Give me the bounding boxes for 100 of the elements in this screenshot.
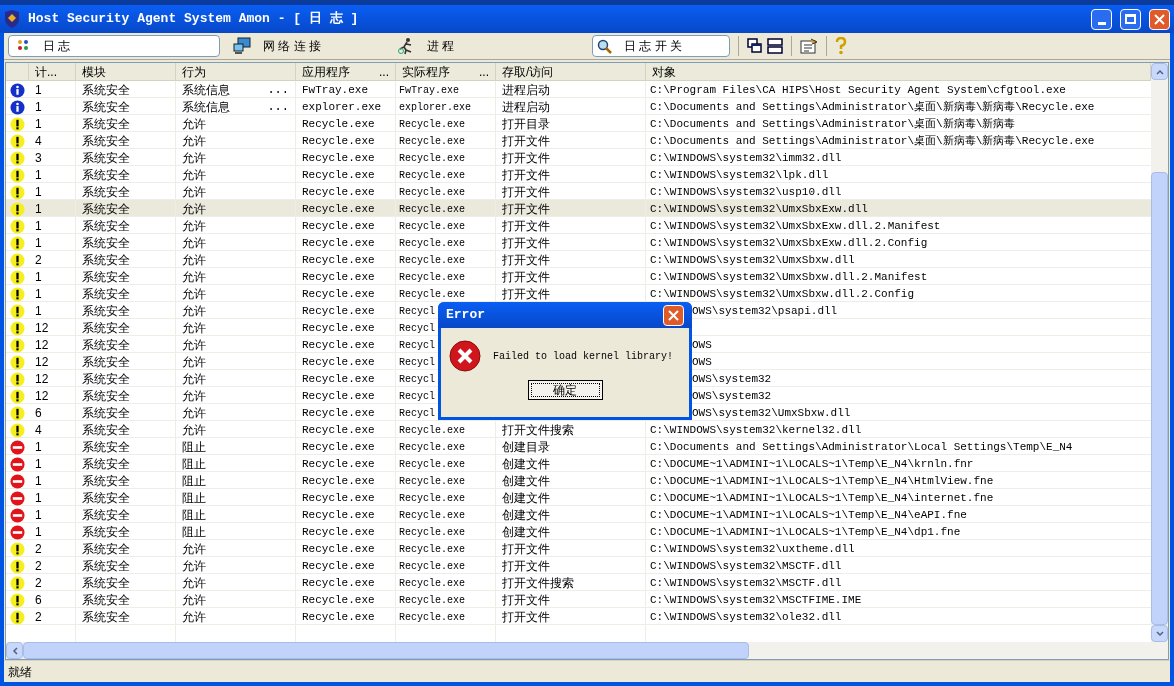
table-row[interactable]: 2 系统安全 允许 Recycle.exe Recycle.exe 打开文件 C:\WINDOWS\system32\ole32.dll — [6, 608, 1151, 625]
table-cell-text: Recycle.exe — [399, 491, 465, 506]
table-cell-text: C:\WINDOWS\system32\UmxSbxw.dll — [650, 252, 855, 268]
table-cell-text: 打开文件 — [502, 218, 550, 235]
table-cell-text: 12 — [35, 337, 49, 354]
table-cell-text: OWS\system32 — [692, 371, 772, 387]
table-row[interactable]: 2 系统安全 允许 Recycle.exe Recycle.exe 打开文件 C:\WINDOWS\system32\UmxSbxw.dll — [6, 251, 1151, 268]
table-cell-text: 打开文件 — [502, 286, 550, 303]
table-cell-text: Recycl — [399, 355, 435, 370]
table-cell-text: 系统安全 — [82, 558, 130, 575]
table-cell-text: 允许 — [182, 252, 206, 269]
table-cell-text: 创建文件 — [502, 473, 550, 490]
table-cell-text: C:\DOCUME~1\ADMINI~1\LOCALS~1\Temp\E_N4\krnln.fnr — [650, 456, 974, 472]
table-row[interactable]: 2 系统安全 允许 Recycle.exe Recycle.exe 打开文件 C:\WINDOWS\system32\MSCTF.dll — [6, 557, 1151, 574]
table-cell-text: 允许 — [182, 558, 206, 575]
table-row[interactable]: 4 系统安全 允许 Recycle.exe Recycle.exe 打开文件搜索 C:\WINDOWS\system32\kernel32.dll — [6, 421, 1151, 438]
table-row[interactable]: 1 系统安全 允许 Recycle.exe Recycle.exe 打开文件 C:\WINDOWS\system32\UmxSbxExw.dll.2.Config — [6, 234, 1151, 251]
table-cell-text: 创建文件 — [502, 490, 550, 507]
table-cell-text: C:\Documents and Settings\Administrator\Local Settings\Temp\E_N4 — [650, 439, 1073, 455]
table-row[interactable]: 1 系统安全 阻止 Recycle.exe Recycle.exe 创建文件 C:\DOCUME~1\ADMINI~1\LOCALS~1\Temp\E_N4\dp1.fne — [6, 523, 1151, 540]
table-cell-text: 打开文件 — [502, 541, 550, 558]
table-cell-text: 允许 — [182, 575, 206, 592]
table-row[interactable]: 1 系统安全 阻止 Recycle.exe Recycle.exe 创建文件 C:\DOCUME~1\ADMINI~1\LOCALS~1\Temp\E_N4\krnln.fnr — [6, 455, 1151, 472]
table-cell-text: Recycle.exe — [399, 219, 465, 234]
table-row[interactable]: 2 系统安全 允许 Recycle.exe Recycle.exe 打开文件 C:\WINDOWS\system32\uxtheme.dll — [6, 540, 1151, 557]
ok-button[interactable]: 确定 — [527, 380, 603, 400]
table-cell-text: Recycle.exe — [302, 150, 375, 166]
table-cell-text: 1 — [35, 269, 42, 286]
table-cell-text: 打开文件 — [502, 167, 550, 184]
table-cell-text: Recycle.exe — [399, 474, 465, 489]
table-cell-text: 打开文件 — [502, 184, 550, 201]
table-cell-text: 2 — [35, 575, 42, 592]
table-row[interactable]: 2 系统安全 允许 Recycle.exe Recycle.exe 打开文件搜索 C:\WINDOWS\system32\MSCTF.dll — [6, 574, 1151, 591]
table-row[interactable]: 1 系统安全 允许 Recycle.exe Recycle.exe 打开文件 C:\WINDOWS\system32\UmxSbxw.dll.2.Config — [6, 285, 1151, 302]
table-cell-text: Recycle.exe — [399, 440, 465, 455]
close-button[interactable] — [663, 304, 684, 326]
table-cell-text: 打开文件 — [502, 609, 550, 626]
table-cell-text: Recycle.exe — [302, 184, 375, 200]
table-row[interactable]: 1 系统安全 允许 Recycle.exe Recycle.exe 打开文件 C:\WINDOWS\system32\UmxSbxExw.dll — [6, 200, 1151, 217]
table-row[interactable]: 6 系统安全 允许 Recycle.exe Recycle.exe 打开文件 C:\WINDOWS\system32\MSCTFIME.IME — [6, 591, 1151, 608]
table-cell-text: Recycle.exe — [302, 269, 375, 285]
table-row[interactable]: 1 系统安全 阻止 Recycle.exe Recycle.exe 创建文件 C:\DOCUME~1\ADMINI~1\LOCALS~1\Temp\E_N4\HtmlView.fne — [6, 472, 1151, 489]
table-cell-text: 打开文件 — [502, 558, 550, 575]
tile-windows-icon[interactable] — [767, 38, 783, 54]
table-row[interactable]: 1 系统安全 允许 Recycle.exe Recycle.exe 打开文件 C:\WINDOWS\system32\usp10.dll — [6, 183, 1151, 200]
table-cell-text: C:\WINDOWS\system32\uxtheme.dll — [650, 541, 855, 557]
table-row[interactable]: 4 系统安全 允许 Recycle.exe Recycle.exe 打开文件 C:\Documents and Settings\Administrator\桌面\新病毒\新病毒\Recycle.exe — [6, 132, 1151, 149]
table-row[interactable]: 1 系统安全 阻止 Recycle.exe Recycle.exe 创建文件 C:\DOCUME~1\ADMINI~1\LOCALS~1\Temp\E_N4\eAPI.fne — [6, 506, 1151, 523]
table-cell-text: Recycl — [399, 338, 435, 353]
horizontal-scrollbar[interactable] — [6, 642, 1168, 659]
table-cell-text: 2 — [35, 609, 42, 626]
table-cell-text: 系统安全 — [82, 201, 130, 218]
table-cell-text: Recycle.exe — [399, 253, 465, 268]
table-row[interactable]: 1 系统安全 允许 Recycle.exe Recycle.exe 打开目录 C:\Documents and Settings\Administrator\桌面\新病毒\新病毒 — [6, 115, 1151, 132]
properties-icon[interactable] — [800, 38, 818, 54]
table-cell-text: Recycle.exe — [302, 405, 375, 421]
table-cell-text: 系统安全 — [82, 99, 130, 116]
close-button[interactable] — [1149, 8, 1170, 30]
cascade-windows-icon[interactable] — [747, 38, 763, 54]
table-row[interactable]: 1 系统安全 系统信息 ... FwTray.exe FwTray.exe 进程启动 C:\Program Files\CA HIPS\Host Security Agent System\cfgtool.exe — [6, 81, 1151, 98]
ellipsis-text: ... — [267, 99, 289, 116]
vertical-scrollbar[interactable] — [1151, 63, 1168, 642]
table-cell-text: 系统安全 — [82, 269, 130, 286]
table-cell-text: OWS\system32\UmxSbxw.dll — [692, 405, 851, 421]
table-cell-text: 系统安全 — [82, 82, 130, 99]
table-cell-text: 系统信息 — [182, 99, 230, 116]
table-cell-text: Recycle.exe — [302, 456, 375, 472]
table-cell-text: 创建文件 — [502, 507, 550, 524]
table-cell-text: 系统安全 — [82, 235, 130, 252]
table-cell-text: 系统安全 — [82, 490, 130, 507]
table-row[interactable]: 1 系统安全 允许 Recycle.exe Recycle.exe 打开文件 C:\WINDOWS\system32\lpk.dll — [6, 166, 1151, 183]
table-cell-text: C:\WINDOWS\system32\MSCTF.dll — [650, 575, 842, 591]
minimize-button[interactable] — [1091, 8, 1112, 30]
table-cell-text: Recycle.exe — [302, 286, 375, 302]
table-cell-text: 1 — [35, 184, 42, 201]
table-row[interactable]: 1 系统安全 允许 Recycle.exe Recycle.exe 打开文件 C:\WINDOWS\system32\UmxSbxw.dll.2.Manifest — [6, 268, 1151, 285]
table-cell-text: 允许 — [182, 609, 206, 626]
table-cell-text: C:\Documents and Settings\Administrator\桌面\新病毒\新病毒\Recycle.exe — [650, 99, 1095, 115]
table-row[interactable]: 1 系统安全 阻止 Recycle.exe Recycle.exe 创建目录 C:\Documents and Settings\Administrator\Local Settings\Temp\E_N4 — [6, 438, 1151, 455]
table-row[interactable]: 1 系统安全 系统信息 ... explorer.exe explorer.exe 进程启动 C:\Documents and Settings\Administrator\桌面\新病毒\新病毒\Recycle.exe — [6, 98, 1151, 115]
toolbar-button[interactable]: 日 志 — [8, 35, 220, 57]
table-row[interactable]: 1 系统安全 阻止 Recycle.exe Recycle.exe 创建文件 C:\DOCUME~1\ADMINI~1\LOCALS~1\Temp\E_N4\internet.fne — [6, 489, 1151, 506]
table-cell-text: 阻止 — [182, 524, 206, 541]
table-cell-text: 允许 — [182, 269, 206, 286]
table-cell-text: Recycle.exe — [399, 287, 465, 302]
error-icon — [449, 340, 481, 372]
toolbar-button[interactable]: 网 络 连 接 — [224, 35, 384, 57]
table-cell-text: Recycle.exe — [302, 201, 375, 217]
table-cell-text: Recycle.exe — [302, 473, 375, 489]
table-cell-text: 阻止 — [182, 490, 206, 507]
maximize-button[interactable] — [1120, 8, 1141, 30]
table-row[interactable]: 1 系统安全 允许 Recycle.exe Recycle.exe 打开文件 C:\WINDOWS\system32\UmxSbxExw.dll.2.Manifest — [6, 217, 1151, 234]
table-cell-text: 系统安全 — [82, 337, 130, 354]
search-field[interactable]: 日 志 开 关 — [592, 35, 730, 57]
table-cell-text: 系统安全 — [82, 592, 130, 609]
table-row[interactable]: 3 系统安全 允许 Recycle.exe Recycle.exe 打开文件 C:\WINDOWS\system32\imm32.dll — [6, 149, 1151, 166]
toolbar-button[interactable]: 进 程 — [388, 35, 548, 57]
table-cell-text: 打开文件 — [502, 269, 550, 286]
table-cell-text: 3 — [35, 150, 42, 167]
table-cell-text: C:\Documents and Settings\Administrator\桌面\新病毒\新病毒 — [650, 116, 1016, 132]
